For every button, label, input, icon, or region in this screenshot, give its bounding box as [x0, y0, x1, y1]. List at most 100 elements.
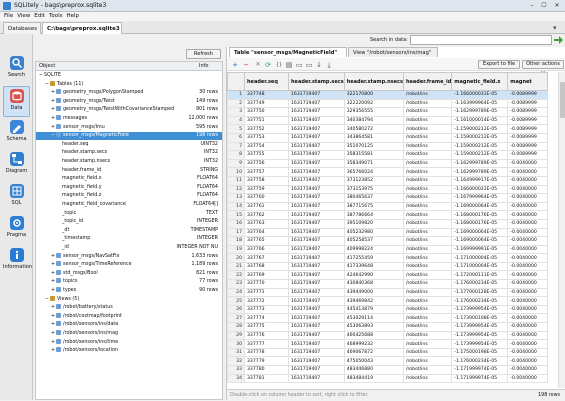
table-cell[interactable]: -1.177000128E-05 [451, 287, 509, 298]
table-cell[interactable]: 1631719407 [288, 347, 345, 358]
table-cell[interactable]: -0.0040000 [507, 158, 549, 169]
move-down-icon[interactable]: ↓ [315, 61, 323, 69]
remove-row-icon[interactable]: − [242, 61, 250, 69]
table-row[interactable]: 20 337767 1631719407 417255459/robot/ins -1.… [227, 253, 549, 263]
export-button[interactable]: Export to file [478, 60, 520, 69]
column-header[interactable]: header.stamp.nsecs [343, 72, 404, 91]
search-go-arrow-icon[interactable] [554, 36, 563, 44]
table-cell[interactable]: -0.0040000 [507, 279, 549, 289]
table-cell[interactable]: /robot/ins [402, 184, 453, 195]
table-cell[interactable]: 337767 [244, 253, 289, 263]
table-cell[interactable]: 322170800 [343, 90, 404, 100]
tree-item[interactable]: header.seq UINT32 [36, 141, 222, 149]
table-cell[interactable]: 1631719407 [288, 356, 345, 366]
table-cell[interactable]: 1631719407 [288, 90, 345, 100]
table-cell[interactable]: -0.0040000 [507, 244, 549, 255]
table-cell[interactable]: 387715675 [343, 201, 404, 212]
row-number[interactable]: 7 [227, 141, 245, 152]
table-cell[interactable]: 424642990 [343, 270, 404, 281]
table-cell[interactable]: 337752 [244, 124, 289, 134]
table-cell[interactable]: 1631719407 [288, 141, 345, 152]
table-cell[interactable]: 1631719407 [288, 150, 345, 160]
table-row[interactable]: 22 337769 1631719407 424642990/robot/ins -1.… [227, 270, 549, 281]
row-number[interactable]: 14 [227, 201, 245, 212]
tree-item[interactable]: _timestamp INTEGER [36, 235, 222, 243]
table-cell[interactable]: 1631719407 [288, 270, 345, 281]
menu-file[interactable]: File [4, 12, 13, 21]
table-cell[interactable]: /robot/ins [402, 356, 453, 366]
table-cell[interactable]: -0.0040000 [507, 253, 549, 263]
table-row[interactable]: 34 337781 1631719407 483484419/robot/ins -1.… [227, 373, 549, 384]
table-cell[interactable]: -1.162999789E-05 [451, 107, 509, 117]
sidebar-item-diagram[interactable]: Diagram [3, 150, 30, 181]
table-cell[interactable]: 468999232 [343, 339, 404, 349]
tree-item[interactable]: +/robot/battery/status [36, 304, 222, 312]
menu-edit[interactable]: Edit [34, 12, 45, 21]
table-cell[interactable]: -0.0040000 [507, 330, 549, 341]
tree-item[interactable]: magnetic_field_covariance FLOAT64[] [36, 201, 222, 209]
table-cell[interactable]: /robot/ins [402, 132, 453, 143]
table-cell[interactable]: -1.163999964E-05 [451, 98, 509, 109]
table-cell[interactable]: 1631719407 [288, 193, 345, 203]
table-cell[interactable]: -0.0040000 [507, 313, 549, 324]
table-cell[interactable]: 337760 [244, 193, 289, 203]
menu-help[interactable]: Help [67, 12, 80, 21]
copy-icon[interactable]: ▭ [295, 61, 303, 69]
table-cell[interactable]: -0.0040000 [507, 270, 549, 281]
row-number[interactable]: 6 [227, 132, 245, 143]
table-cell[interactable]: 358315581 [343, 150, 404, 160]
row-number[interactable]: 34 [227, 373, 245, 384]
tree-item[interactable]: + messages 12,000 rows [36, 115, 222, 123]
table-cell[interactable]: -0.0040000 [507, 193, 549, 203]
table-cell[interactable]: 1631719407 [288, 304, 345, 315]
table-cell[interactable]: -1.171000004E-05 [451, 253, 509, 263]
table-cell[interactable]: 453063893 [343, 322, 404, 332]
table-cell[interactable]: /robot/ins [402, 279, 453, 289]
table-cell[interactable]: /robot/ins [402, 253, 453, 263]
tree-item[interactable]: _topic TEXT [36, 210, 222, 218]
table-cell[interactable]: 1631719407 [288, 218, 345, 229]
table-cell[interactable]: 337777 [244, 339, 289, 349]
menu-tools[interactable]: Tools [49, 12, 63, 21]
table-row[interactable]: 13 337760 1631719407 380465637/robot/ins -1.… [227, 193, 549, 203]
sidebar-item-information[interactable]: Information [3, 246, 32, 277]
table-cell[interactable]: -1.169000064E-05 [451, 201, 509, 212]
table-cell[interactable]: /robot/ins [402, 167, 453, 177]
table-cell[interactable]: /robot/ins [402, 270, 453, 281]
table-row[interactable]: 12 337759 1631719407 373153975/robot/ins -1.… [227, 184, 549, 195]
table-cell[interactable]: 1631719407 [288, 184, 345, 195]
table-cell[interactable]: 1631719407 [288, 287, 345, 298]
table-cell[interactable]: 337758 [244, 175, 289, 186]
table-cell[interactable]: 1631719407 [288, 227, 345, 238]
table-cell[interactable]: 1631719407 [288, 313, 345, 324]
tab-databases[interactable]: Databases [3, 22, 41, 34]
table-cell[interactable]: /robot/ins [402, 90, 453, 100]
table-cell[interactable]: -0.0040000 [507, 365, 549, 375]
table-cell[interactable]: /robot/ins [402, 227, 453, 238]
table-cell[interactable]: /robot/ins [402, 296, 453, 306]
tab-view[interactable]: View "/robot/sensors/ins/mag" [348, 47, 438, 57]
table-cell[interactable]: 343864581 [343, 132, 404, 143]
table-cell[interactable]: /robot/ins [402, 304, 453, 315]
table-cell[interactable]: 365766024 [343, 167, 404, 177]
table-cell[interactable]: 1631719407 [288, 167, 345, 177]
table-row[interactable]: 27 337774 1631719407 453029114/robot/ins -1.… [227, 313, 549, 324]
row-number[interactable]: 17 [227, 227, 245, 238]
table-cell[interactable]: 337769 [244, 270, 289, 281]
table-row[interactable]: 32 337779 1631719407 475050043/robot/ins -1.… [227, 356, 549, 366]
table-cell[interactable]: -1.169999991E-05 [451, 244, 509, 255]
table-cell[interactable]: 337765 [244, 236, 289, 246]
reload-icon[interactable]: ⟳ [264, 61, 272, 69]
table-row[interactable]: 9 337756 1631719407 358349071/robot/ins -1.1… [227, 158, 549, 169]
table-cell[interactable]: 1631719407 [288, 296, 345, 306]
table-cell[interactable]: 1631719407 [288, 322, 345, 332]
table-cell[interactable]: -1.173999954E-05 [451, 330, 509, 341]
table-cell[interactable]: 337756 [244, 158, 289, 169]
table-cell[interactable]: 351070125 [343, 141, 404, 152]
table-cell[interactable]: -0.0040000 [507, 236, 549, 246]
row-number[interactable]: 20 [227, 253, 245, 263]
row-number[interactable]: 33 [227, 365, 245, 375]
row-number[interactable]: 18 [227, 236, 245, 246]
table-cell[interactable]: 409998224 [343, 244, 404, 255]
table-cell[interactable]: -0.0040000 [507, 347, 549, 358]
